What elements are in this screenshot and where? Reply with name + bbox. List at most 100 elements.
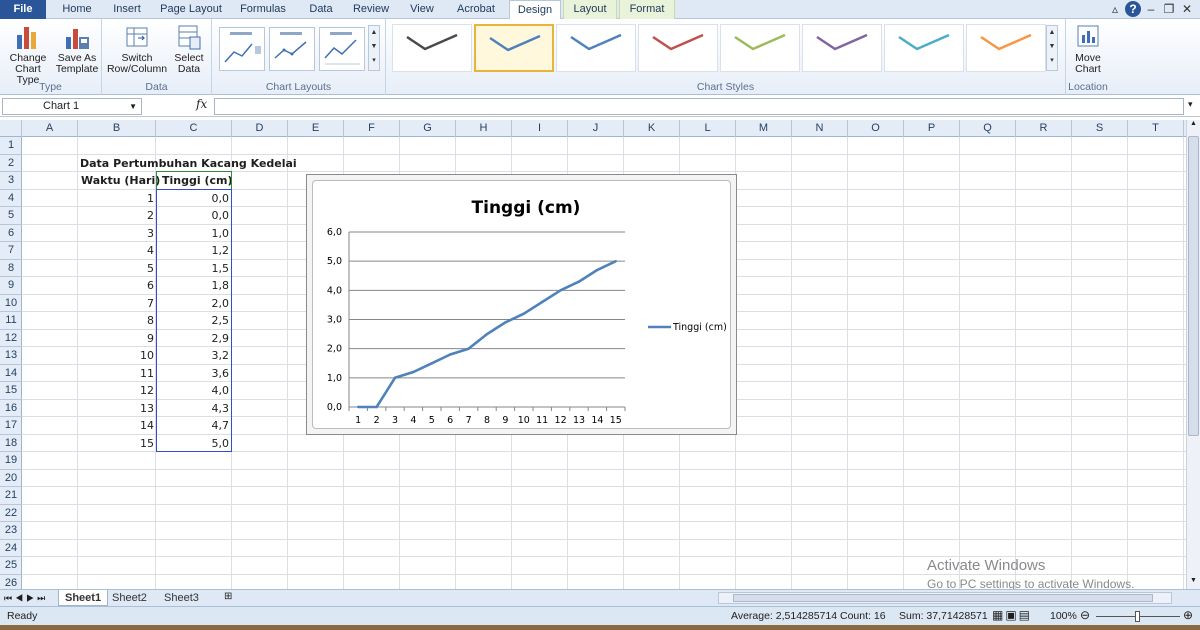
chart-styles-scroll[interactable]: ▲ ▼ ▾ (1046, 25, 1058, 71)
row-header-13[interactable]: 13 (0, 347, 22, 365)
tab-layout[interactable]: Layout (563, 0, 617, 19)
column-header-q[interactable]: Q (960, 120, 1016, 137)
data-point[interactable] (375, 405, 378, 409)
chart-style-2[interactable] (474, 24, 554, 72)
table-title-cell[interactable]: Data Pertumbuhan Kacang Kedelai (78, 155, 298, 172)
cell-waktu[interactable]: 1 (78, 190, 156, 207)
scroll-up-icon[interactable]: ▲ (1188, 120, 1199, 132)
column-header-g[interactable]: G (400, 120, 456, 137)
row-header-24[interactable]: 24 (0, 540, 22, 557)
row-header-17[interactable]: 17 (0, 417, 22, 435)
insert-function-icon[interactable]: fx (196, 97, 207, 111)
column-header-e[interactable]: E (288, 120, 344, 137)
row-header-4[interactable]: 4 (0, 190, 22, 207)
row-header-10[interactable]: 10 (0, 295, 22, 312)
chart-style-5[interactable] (720, 24, 800, 72)
horizontal-scrollbar[interactable] (718, 592, 1172, 604)
ribbon-collapse-icon[interactable]: ▵ (1107, 1, 1123, 17)
cell-waktu[interactable]: 3 (78, 225, 156, 242)
tab-acrobat[interactable]: Acrobat (447, 0, 505, 19)
column-header-p[interactable]: P (904, 120, 960, 137)
chart-style-7[interactable] (884, 24, 964, 72)
sheet-tab-sheet2[interactable]: Sheet2 (112, 590, 147, 606)
row-header-2[interactable]: 2 (0, 155, 22, 172)
zoom-out-icon[interactable]: ⊖ (1080, 608, 1090, 623)
sheet-nav-icons[interactable]: ⏮◀▶⏭ (4, 590, 48, 606)
chart-area[interactable]: Tinggi (cm) 0,0 1,0 2,0 3,0 4,0 5,0 6,0 123456… (312, 180, 731, 429)
zoom-slider-thumb[interactable] (1135, 611, 1140, 622)
tab-file[interactable]: File (0, 0, 46, 19)
cell-waktu[interactable]: 15 (78, 435, 156, 452)
row-header-8[interactable]: 8 (0, 260, 22, 277)
tab-formulas[interactable]: Formulas (230, 0, 296, 19)
column-header-d[interactable]: D (232, 120, 288, 137)
chart-layout-3[interactable] (319, 27, 365, 71)
cell-waktu[interactable]: 2 (78, 207, 156, 224)
formula-input[interactable] (214, 98, 1184, 115)
row-header-19[interactable]: 19 (0, 452, 22, 470)
chart-x-axis[interactable]: 1 2 3 4 5 6 7 8 9 10 11 12 13 14 15 (348, 407, 626, 426)
data-point[interactable] (522, 312, 525, 315)
chart-layouts-scroll[interactable]: ▲ ▼ ▾ (368, 25, 380, 71)
row-header-9[interactable]: 9 (0, 277, 22, 295)
cell-waktu[interactable]: 11 (78, 365, 156, 382)
row-header-26[interactable]: 26 (0, 575, 22, 590)
chart-y-axis[interactable]: 0,0 1,0 2,0 3,0 4,0 5,0 6,0 (327, 227, 350, 413)
cell-waktu[interactable]: 7 (78, 295, 156, 312)
column-header-j[interactable]: J (568, 120, 624, 137)
data-point[interactable] (504, 321, 507, 324)
tab-insert[interactable]: Insert (104, 0, 150, 19)
header-waktu-cell[interactable]: Waktu (Hari) (78, 172, 160, 189)
row-header-11[interactable]: 11 (0, 312, 22, 330)
tab-view[interactable]: View (400, 0, 444, 19)
column-header-k[interactable]: K (624, 120, 680, 137)
row-header-3[interactable]: 3 (0, 172, 22, 190)
chart-style-3[interactable] (556, 24, 636, 72)
insert-sheet-icon[interactable]: ⊞ (224, 591, 232, 602)
cell-waktu[interactable]: 12 (78, 382, 156, 399)
move-chart-button[interactable]: Move Chart (1068, 23, 1108, 75)
chart-layout-1[interactable] (219, 27, 265, 71)
row-header-16[interactable]: 16 (0, 400, 22, 417)
data-point[interactable] (614, 259, 617, 263)
sheet-tab-sheet3[interactable]: Sheet3 (164, 590, 199, 606)
select-data-button[interactable]: Select Data (170, 23, 208, 75)
column-header-s[interactable]: S (1072, 120, 1128, 137)
data-point[interactable] (357, 405, 360, 409)
tab-home[interactable]: Home (52, 0, 102, 19)
cell-waktu[interactable]: 10 (78, 347, 156, 364)
name-box[interactable]: Chart 1 ▼ (2, 98, 142, 115)
chart-legend[interactable]: Tinggi (cm) (648, 322, 727, 333)
row-header-7[interactable]: 7 (0, 242, 22, 260)
name-box-dropdown-icon[interactable]: ▼ (129, 99, 137, 114)
expand-formula-bar-icon[interactable]: ▾ (1188, 99, 1193, 110)
column-header-b[interactable]: B (78, 120, 156, 137)
data-point[interactable] (430, 362, 433, 365)
row-header-1[interactable]: 1 (0, 137, 22, 155)
chart-object[interactable]: Tinggi (cm) 0,0 1,0 2,0 3,0 4,0 5,0 6,0 123456… (306, 174, 737, 435)
select-all-corner[interactable] (0, 120, 22, 137)
row-header-6[interactable]: 6 (0, 225, 22, 242)
row-header-14[interactable]: 14 (0, 365, 22, 382)
help-icon[interactable]: ? (1125, 1, 1141, 17)
row-header-25[interactable]: 25 (0, 557, 22, 575)
sheet-tab-sheet1[interactable]: Sheet1 (58, 590, 109, 606)
horizontal-scroll-thumb[interactable] (733, 594, 1153, 602)
zoom-level[interactable]: 100% (1050, 609, 1077, 624)
cell-waktu[interactable]: 4 (78, 242, 156, 259)
column-header-n[interactable]: N (792, 120, 848, 137)
data-point[interactable] (449, 353, 452, 356)
switch-row-column-button[interactable]: Switch Row/Column (106, 23, 168, 75)
column-header-a[interactable]: A (22, 120, 78, 137)
column-header-l[interactable]: L (680, 120, 736, 137)
change-chart-type-button[interactable]: Change Chart Type (3, 23, 53, 86)
tab-format[interactable]: Format (619, 0, 675, 19)
cell-waktu[interactable]: 9 (78, 330, 156, 347)
column-header-m[interactable]: M (736, 120, 792, 137)
row-header-20[interactable]: 20 (0, 470, 22, 487)
cell-waktu[interactable]: 5 (78, 260, 156, 277)
zoom-in-icon[interactable]: ⊕ (1183, 608, 1193, 623)
row-header-5[interactable]: 5 (0, 207, 22, 225)
chart-style-1[interactable] (392, 24, 472, 72)
tab-review[interactable]: Review (346, 0, 396, 19)
